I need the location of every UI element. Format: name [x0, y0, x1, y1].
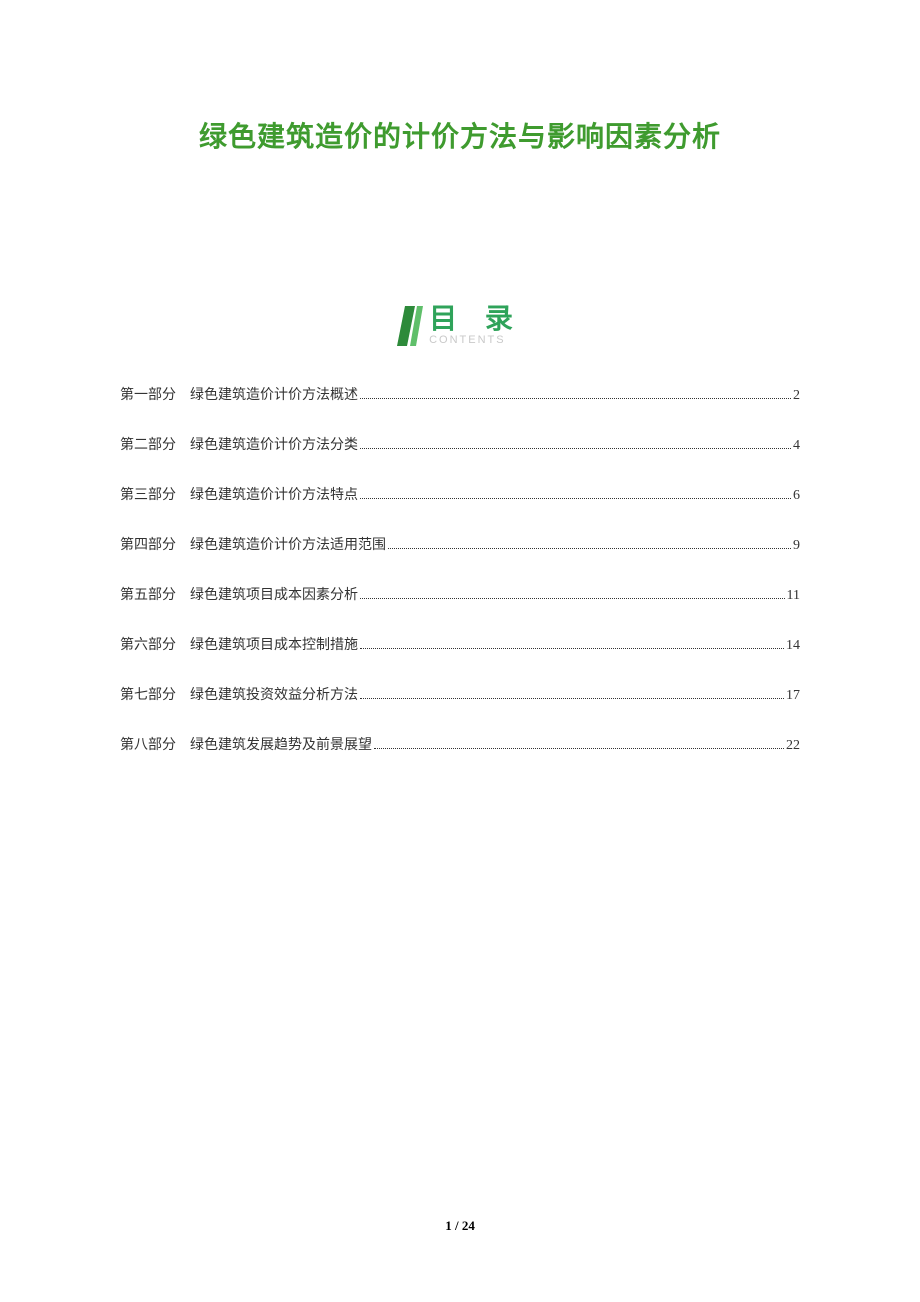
toc-leader-dots [388, 548, 791, 549]
toc-item-title: 绿色建筑造价计价方法适用范围 [190, 534, 386, 554]
toc-item-title: 绿色建筑投资效益分析方法 [190, 684, 358, 704]
document-title: 绿色建筑造价的计价方法与影响因素分析 [120, 115, 800, 155]
toc-header: 目 录 CONTENTS [120, 305, 800, 346]
toc-leader-dots [360, 398, 791, 399]
toc-item-title: 绿色建筑项目成本因素分析 [190, 584, 358, 604]
toc-leader-dots [360, 648, 784, 649]
toc-list: 第一部分 绿色建筑造价计价方法概述 2 第二部分 绿色建筑造价计价方法分类 4 … [120, 384, 800, 754]
toc-part-label: 第八部分 [120, 734, 176, 754]
toc-row[interactable]: 第二部分 绿色建筑造价计价方法分类 4 [120, 434, 800, 454]
toc-page-number: 4 [793, 438, 800, 454]
toc-row[interactable]: 第六部分 绿色建筑项目成本控制措施 14 [120, 634, 800, 654]
toc-row[interactable]: 第四部分 绿色建筑造价计价方法适用范围 9 [120, 534, 800, 554]
page-total: 24 [462, 1218, 475, 1233]
toc-part-label: 第三部分 [120, 484, 176, 504]
toc-page-number: 9 [793, 538, 800, 554]
toc-page-number: 14 [786, 638, 800, 654]
toc-leader-dots [360, 448, 791, 449]
toc-item-title: 绿色建筑造价计价方法分类 [190, 434, 358, 454]
toc-row[interactable]: 第三部分 绿色建筑造价计价方法特点 6 [120, 484, 800, 504]
page-sep: / [452, 1218, 462, 1233]
toc-page-number: 17 [786, 688, 800, 704]
toc-part-label: 第四部分 [120, 534, 176, 554]
toc-part-label: 第五部分 [120, 584, 176, 604]
toc-label-sub: CONTENTS [429, 335, 506, 346]
toc-row[interactable]: 第七部分 绿色建筑投资效益分析方法 17 [120, 684, 800, 704]
toc-row[interactable]: 第八部分 绿色建筑发展趋势及前景展望 22 [120, 734, 800, 754]
toc-leader-dots [360, 698, 784, 699]
toc-leader-dots [360, 598, 785, 599]
toc-page-number: 22 [786, 738, 800, 754]
toc-row[interactable]: 第一部分 绿色建筑造价计价方法概述 2 [120, 384, 800, 404]
toc-part-label: 第一部分 [120, 384, 176, 404]
toc-part-label: 第七部分 [120, 684, 176, 704]
toc-page-number: 11 [787, 588, 800, 604]
page-footer: 1 / 24 [0, 1218, 920, 1234]
toc-item-title: 绿色建筑发展趋势及前景展望 [190, 734, 372, 754]
toc-leader-dots [374, 748, 784, 749]
toc-leader-dots [360, 498, 791, 499]
toc-row[interactable]: 第五部分 绿色建筑项目成本因素分析 11 [120, 584, 800, 604]
toc-page-number: 2 [793, 388, 800, 404]
toc-label-main: 目 录 [429, 305, 523, 333]
toc-item-title: 绿色建筑造价计价方法概述 [190, 384, 358, 404]
toc-label-wrap: 目 录 CONTENTS [429, 305, 523, 346]
toc-part-label: 第二部分 [120, 434, 176, 454]
toc-part-label: 第六部分 [120, 634, 176, 654]
toc-item-title: 绿色建筑项目成本控制措施 [190, 634, 358, 654]
toc-page-number: 6 [793, 488, 800, 504]
toc-slash-icon [397, 306, 423, 346]
toc-item-title: 绿色建筑造价计价方法特点 [190, 484, 358, 504]
